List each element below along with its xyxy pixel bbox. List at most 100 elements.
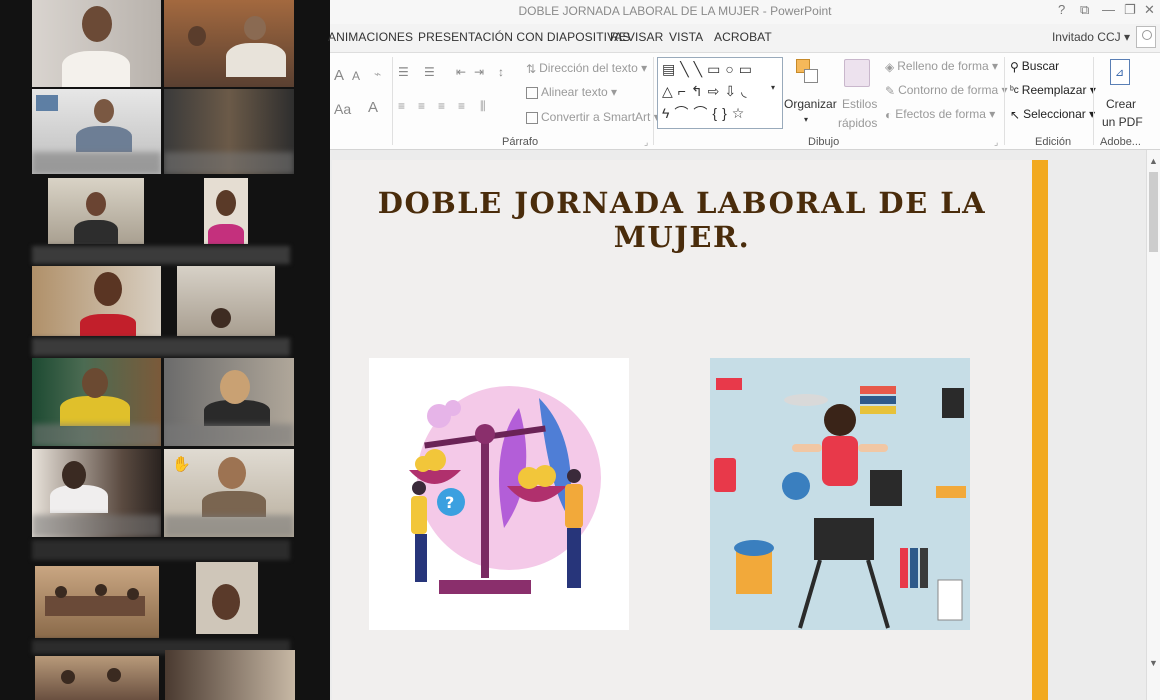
shapes-gallery[interactable]: ▤╲╲▭○▭ △⌐↰⇨⇩◟ ϟ⌒⌒{}☆ [657,57,783,129]
scrollbar-thumb[interactable] [1149,172,1158,252]
participant-video-tile[interactable] [32,449,161,537]
dialog-launcher-icon[interactable]: ⌟ [994,137,998,148]
shapes-row: ▤╲╲▭○▭ [662,61,757,77]
minimize-button[interactable]: — [1102,2,1115,17]
text-direction-button[interactable]: ⇅ Dirección del texto ▾ [526,61,647,76]
replace-label: Reemplazar [1021,83,1087,97]
find-button[interactable]: ⚲ Buscar [1010,59,1059,74]
tab-revisar[interactable]: REVISAR [610,30,663,44]
window-title: DOBLE JORNADA LABORAL DE LA MUJER - Powe… [518,4,832,18]
ribbon-tabs: ANIMACIONES PRESENTACIÓN CON DIAPOSITIVA… [328,26,1160,50]
replace-button[interactable]: ᵇc Reemplazar ▾ [1010,83,1096,97]
align-text-button[interactable]: Alinear texto ▾ [526,85,617,99]
scroll-down-arrow-icon[interactable]: ▼ [1149,658,1158,668]
align-left-icon[interactable]: ≡ [398,99,405,113]
slide-accent-bar [1032,160,1048,700]
shape-outline-button[interactable]: ✎ Contorno de forma ▾ [885,83,1007,98]
slide-editing-area: DOBLE JORNADA LABORAL DE LA MUJER. ? ▲ ▼ [330,150,1160,700]
shape-effects-button[interactable]: ◐ Efectos de forma ▾ [885,107,995,122]
tab-acrobat[interactable]: ACROBAT [714,30,772,44]
font-color-button[interactable]: A [368,99,378,116]
participant-video-tile[interactable] [32,358,161,446]
clear-format-icon[interactable]: ⌁ [374,67,381,81]
shapes-row: ϟ⌒⌒{}☆ [662,105,750,121]
arrange-icon [796,59,818,87]
participant-video-tile[interactable] [48,178,144,244]
create-pdf-label-2: un PDF [1102,115,1143,129]
shape-fill-button[interactable]: ◈ Relleno de forma ▾ [885,59,998,74]
user-avatar[interactable] [1136,26,1156,48]
columns-icon[interactable]: ⫼ [480,99,486,114]
participant-video-tile[interactable] [177,266,275,336]
powerpoint-window: DOBLE JORNADA LABORAL DE LA MUJER - Powe… [328,0,1160,700]
dialog-launcher-icon[interactable]: ⌟ [644,137,648,148]
paint-bucket-icon: ◈ [885,59,895,74]
cursor-icon: ↖ [1010,107,1021,122]
grow-font-button[interactable]: A [334,67,344,84]
bullets-icon[interactable]: ☰ [398,65,409,79]
text-direction-label: Dirección del texto [539,61,638,75]
participant-video-tile[interactable] [164,0,294,87]
quick-styles-label: Estilos [842,97,878,111]
participant-video-tile[interactable] [32,89,161,174]
multitasking-woman-illustration[interactable] [710,358,970,630]
align-right-icon[interactable]: ≡ [438,99,445,113]
participant-video-tile[interactable] [35,656,159,700]
binoculars-icon: ⚲ [1010,59,1019,74]
group-label-drawing: Dibujo [808,136,840,148]
user-account[interactable]: Invitado CCJ ▾ [1052,30,1130,44]
participant-video-tile[interactable] [165,650,295,700]
participant-video-tile[interactable]: ✋ [164,449,294,537]
align-text-icon [526,86,538,99]
raised-hand-icon: ✋ [172,456,191,473]
tab-vista[interactable]: VISTA [669,30,703,44]
select-label: Seleccionar [1023,107,1086,121]
decrease-indent-icon[interactable]: ⇤ [456,65,466,79]
tab-animaciones[interactable]: ANIMACIONES [328,30,413,44]
slide-title[interactable]: DOBLE JORNADA LABORAL DE LA MUJER. [332,186,1032,254]
title-bar: DOBLE JORNADA LABORAL DE LA MUJER - Powe… [330,0,1160,24]
find-label: Buscar [1021,59,1060,73]
replace-icon: ᵇc [1010,85,1019,97]
create-pdf-label: Crear [1106,97,1137,111]
create-pdf-button[interactable]: ⊿ Crear un PDF [1098,57,1143,133]
balance-scale-illustration[interactable]: ? [369,358,629,630]
justify-icon[interactable]: ≡ [458,99,465,113]
restore-button[interactable]: ❐ [1124,2,1136,18]
arrange-button[interactable]: Organizar ▾ [784,57,837,129]
video-gallery: ✋ [0,0,330,700]
participant-video-tile[interactable] [32,0,161,87]
scroll-up-arrow-icon[interactable]: ▲ [1149,156,1158,166]
select-button[interactable]: ↖ Seleccionar ▾ [1010,107,1095,122]
svg-text:?: ? [445,493,454,512]
shrink-font-button[interactable]: A [352,69,360,83]
numbering-icon[interactable]: ☰ [424,65,435,79]
align-text-label: Alinear texto [541,85,608,99]
vertical-scrollbar[interactable]: ▲ ▼ [1146,150,1160,700]
help-button[interactable]: ? [1058,2,1065,17]
text-direction-icon: ⇅ [526,61,537,76]
participant-video-tile[interactable] [164,358,294,446]
increase-indent-icon[interactable]: ⇥ [474,65,484,79]
group-label-adobe: Adobe... [1100,136,1141,148]
convert-smartart-button[interactable]: Convertir a SmartArt ▾ [526,110,660,124]
tab-presentacion[interactable]: PRESENTACIÓN CON DIAPOSITIVAS [418,30,631,44]
pen-icon: ✎ [885,83,896,98]
participant-video-tile[interactable] [32,266,161,336]
change-case-button[interactable]: Aa [334,101,351,117]
slide-canvas[interactable]: DOBLE JORNADA LABORAL DE LA MUJER. ? [332,160,1048,700]
group-label-paragraph: Párrafo [502,136,539,148]
quick-styles-button[interactable]: Estilos rápidos [836,57,882,130]
ribbon-display-options-button[interactable]: ⧉ [1080,2,1089,18]
participant-video-tile[interactable] [204,178,248,244]
name-label-blur [32,540,290,560]
effects-icon: ◐ [885,107,893,122]
align-center-icon[interactable]: ≡ [418,99,425,113]
participant-video-tile[interactable] [164,89,294,174]
participant-video-tile[interactable] [35,566,159,638]
shapes-more-icon[interactable]: ▾ [771,83,775,92]
participant-video-tile[interactable] [196,562,258,634]
close-button[interactable]: ✕ [1144,2,1155,18]
line-spacing-icon[interactable]: ↕ [498,65,504,79]
smartart-label: Convertir a SmartArt [541,110,651,124]
